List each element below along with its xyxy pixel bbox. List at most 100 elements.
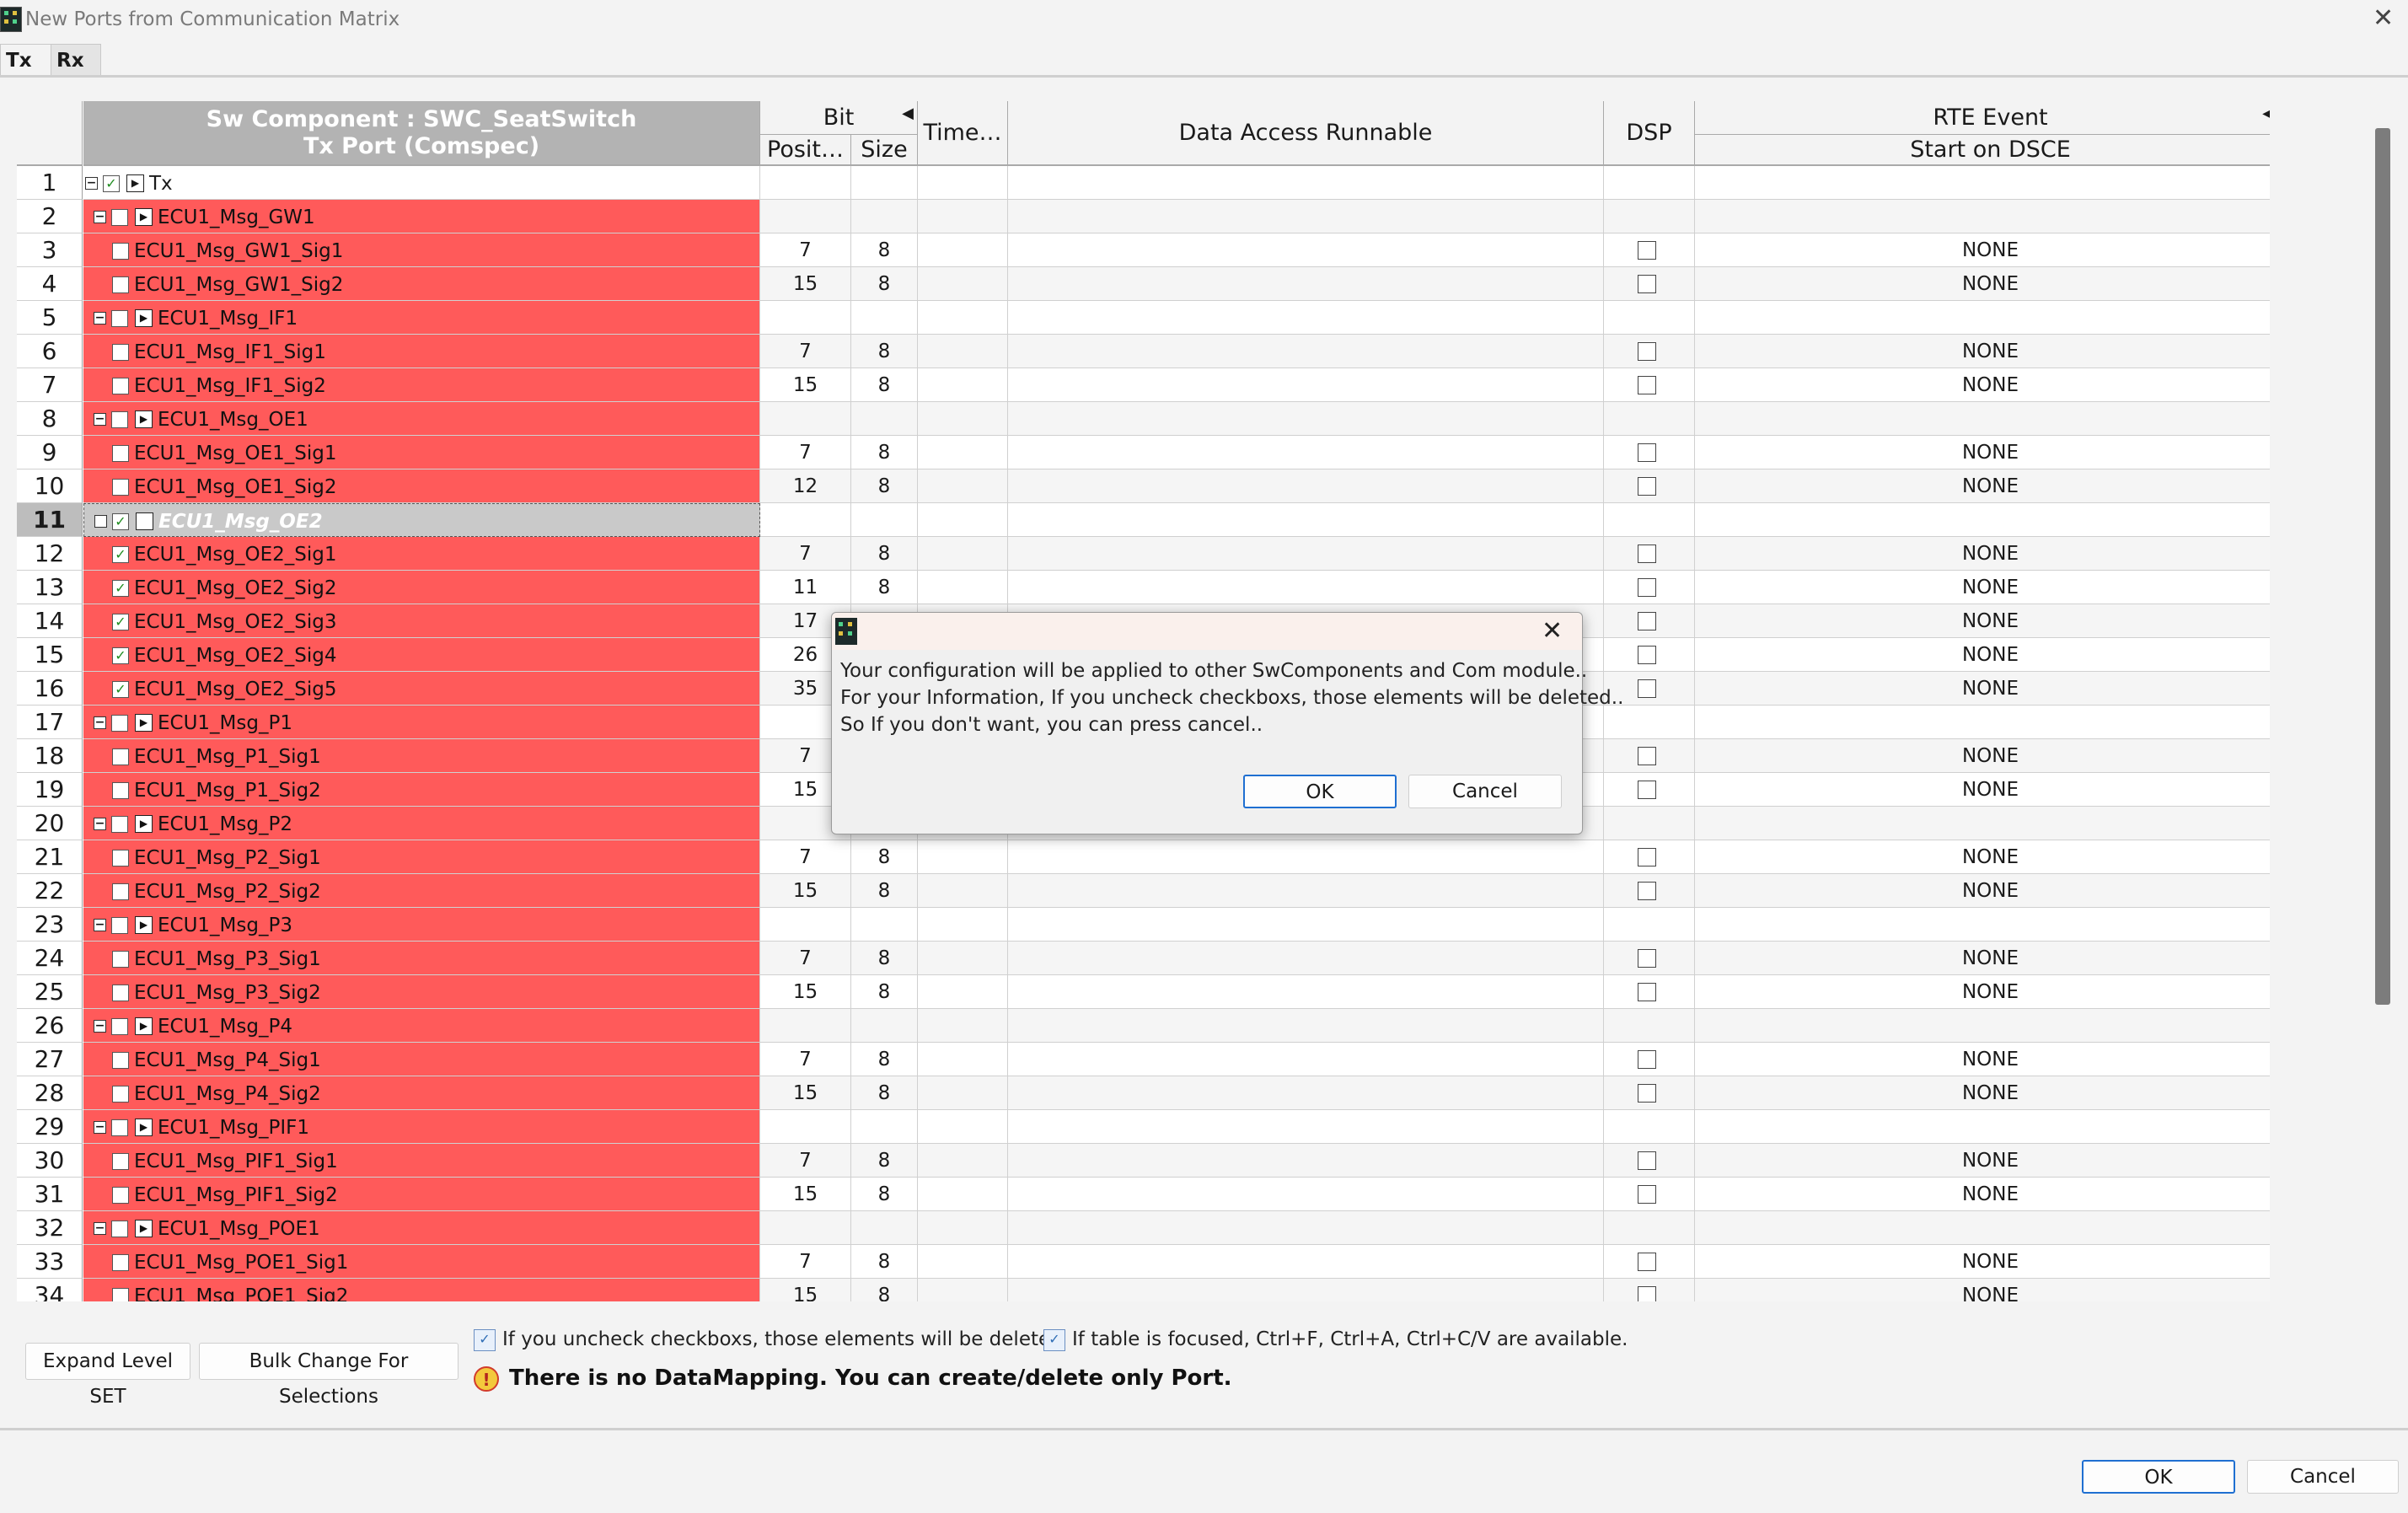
tree-cell[interactable]: − ▶ ECU1_Msg_PIF1 <box>83 1110 760 1144</box>
table-row[interactable]: 3 ECU1_Msg_GW1_Sig1 7 8 NONE <box>17 233 2270 267</box>
timeout-cell[interactable] <box>918 301 1008 335</box>
table-row[interactable]: 7 ECU1_Msg_IF1_Sig2 15 8 NONE <box>17 368 2270 402</box>
dsp-checkbox[interactable] <box>1638 1050 1656 1069</box>
bit-position-cell[interactable]: 7 <box>760 436 851 469</box>
table-row[interactable]: 12 ✓ ECU1_Msg_OE2_Sig1 7 8 NONE <box>17 537 2270 571</box>
bit-position-cell[interactable] <box>760 200 851 233</box>
runnable-cell[interactable] <box>1008 233 1604 267</box>
table-row[interactable]: 10 ECU1_Msg_OE1_Sig2 12 8 NONE <box>17 469 2270 503</box>
runnable-cell[interactable] <box>1008 537 1604 571</box>
row-number[interactable]: 4 <box>17 267 83 301</box>
dsp-checkbox[interactable] <box>1638 1151 1656 1170</box>
timeout-cell[interactable] <box>918 942 1008 975</box>
bit-size-cell[interactable] <box>851 503 918 537</box>
start-on-dsce-cell[interactable]: NONE <box>1695 571 2270 604</box>
runnable-cell[interactable] <box>1008 1211 1604 1245</box>
row-checkbox[interactable] <box>112 781 129 799</box>
dsp-cell[interactable] <box>1604 807 1695 840</box>
tree-cell[interactable]: ✓ ECU1_Msg_OE2_Sig4 <box>83 638 760 672</box>
timeout-cell[interactable] <box>918 335 1008 368</box>
runnable-cell[interactable] <box>1008 335 1604 368</box>
tree-cell[interactable]: ECU1_Msg_IF1_Sig2 <box>83 368 760 402</box>
row-number[interactable]: 27 <box>17 1043 83 1076</box>
bit-position-cell[interactable]: 15 <box>760 267 851 301</box>
table-row[interactable]: 24 ECU1_Msg_P3_Sig1 7 8 NONE <box>17 942 2270 975</box>
runnable-cell[interactable] <box>1008 469 1604 503</box>
dsp-cell[interactable] <box>1604 1009 1695 1043</box>
bit-position-cell[interactable] <box>760 301 851 335</box>
start-on-dsce-cell[interactable]: NONE <box>1695 942 2270 975</box>
dsp-cell[interactable] <box>1604 773 1695 807</box>
table-row[interactable]: 5− ▶ ECU1_Msg_IF1 <box>17 301 2270 335</box>
row-number[interactable]: 34 <box>17 1279 83 1301</box>
collapse-toggle-icon[interactable]: − <box>94 818 106 830</box>
timeout-cell[interactable] <box>918 537 1008 571</box>
bit-position-cell[interactable]: 12 <box>760 469 851 503</box>
row-checkbox[interactable] <box>112 1085 129 1103</box>
timeout-cell[interactable] <box>918 200 1008 233</box>
bit-size-cell[interactable]: 8 <box>851 1043 918 1076</box>
tree-cell[interactable]: ECU1_Msg_PIF1_Sig2 <box>83 1178 760 1211</box>
tree-cell[interactable]: ECU1_Msg_OE1_Sig1 <box>83 436 760 469</box>
bit-size-cell[interactable]: 8 <box>851 436 918 469</box>
tree-cell[interactable]: ✓ ECU1_Msg_OE2_Sig5 <box>83 672 760 706</box>
start-on-dsce-cell[interactable] <box>1695 402 2270 436</box>
vertical-scrollbar-thumb[interactable] <box>2375 128 2390 1005</box>
bit-size-cell[interactable] <box>851 200 918 233</box>
tree-cell[interactable]: ECU1_Msg_GW1_Sig2 <box>83 267 760 301</box>
bit-position-cell[interactable]: 11 <box>760 571 851 604</box>
data-access-runnable-header[interactable]: Data Access Runnable <box>1008 101 1604 166</box>
table-row[interactable]: 29− ▶ ECU1_Msg_PIF1 <box>17 1110 2270 1144</box>
row-checkbox[interactable] <box>112 1287 129 1301</box>
start-on-dsce-cell[interactable]: NONE <box>1695 874 2270 908</box>
tree-cell[interactable]: ECU1_Msg_IF1_Sig1 <box>83 335 760 368</box>
bit-size-cell[interactable]: 8 <box>851 469 918 503</box>
row-checkbox[interactable] <box>111 1220 128 1237</box>
sw-component-header[interactable]: Sw Component : SWC_SeatSwitch Tx Port (C… <box>83 101 760 166</box>
timeout-header[interactable]: Time… <box>918 101 1008 166</box>
dsp-cell[interactable] <box>1604 1110 1695 1144</box>
start-on-dsce-cell[interactable]: NONE <box>1695 739 2270 773</box>
bit-size-cell[interactable] <box>851 166 918 200</box>
row-number[interactable]: 10 <box>17 469 83 503</box>
dsp-cell[interactable] <box>1604 436 1695 469</box>
dsp-checkbox[interactable] <box>1638 443 1656 462</box>
tree-cell[interactable]: ECU1_Msg_POE1_Sig1 <box>83 1245 760 1279</box>
dsp-cell[interactable] <box>1604 604 1695 638</box>
dsp-checkbox[interactable] <box>1638 882 1656 900</box>
dsp-checkbox[interactable] <box>1638 545 1656 563</box>
runnable-cell[interactable] <box>1008 166 1604 200</box>
row-number[interactable]: 9 <box>17 436 83 469</box>
dsp-cell[interactable] <box>1604 1178 1695 1211</box>
runnable-cell[interactable] <box>1008 874 1604 908</box>
row-checkbox[interactable] <box>111 208 128 226</box>
table-row[interactable]: 26− ▶ ECU1_Msg_P4 <box>17 1009 2270 1043</box>
bit-size-cell[interactable]: 8 <box>851 335 918 368</box>
row-checkbox[interactable] <box>111 309 128 327</box>
collapse-toggle-icon[interactable]: − <box>94 716 106 729</box>
collapse-toggle-icon[interactable]: − <box>94 515 107 528</box>
bit-size-cell[interactable]: 8 <box>851 874 918 908</box>
tree-cell[interactable]: ✓ ECU1_Msg_OE2_Sig2 <box>83 571 760 604</box>
row-checkbox[interactable] <box>112 849 129 866</box>
dialog-ok-button[interactable]: OK <box>1243 775 1397 808</box>
dsp-cell[interactable] <box>1604 335 1695 368</box>
bit-size-cell[interactable]: 8 <box>851 975 918 1009</box>
bit-position-cell[interactable] <box>760 1009 851 1043</box>
timeout-cell[interactable] <box>918 1178 1008 1211</box>
row-number[interactable]: 26 <box>17 1009 83 1043</box>
table-row[interactable]: 4 ECU1_Msg_GW1_Sig2 15 8 NONE <box>17 267 2270 301</box>
dsp-checkbox[interactable] <box>1638 679 1656 698</box>
dsp-checkbox[interactable] <box>1638 781 1656 799</box>
bit-position-cell[interactable]: 15 <box>760 1279 851 1301</box>
table-row[interactable]: 30 ECU1_Msg_PIF1_Sig1 7 8 NONE <box>17 1144 2270 1178</box>
start-on-dsce-cell[interactable]: NONE <box>1695 1245 2270 1279</box>
start-on-dsce-cell[interactable] <box>1695 908 2270 942</box>
table-row[interactable]: 25 ECU1_Msg_P3_Sig2 15 8 NONE <box>17 975 2270 1009</box>
dsp-cell[interactable] <box>1604 301 1695 335</box>
dsp-cell[interactable] <box>1604 402 1695 436</box>
dsp-header[interactable]: DSP <box>1604 101 1695 166</box>
row-checkbox[interactable] <box>112 276 129 293</box>
start-on-dsce-cell[interactable]: NONE <box>1695 436 2270 469</box>
tree-cell[interactable]: − ▶ ECU1_Msg_GW1 <box>83 200 760 233</box>
